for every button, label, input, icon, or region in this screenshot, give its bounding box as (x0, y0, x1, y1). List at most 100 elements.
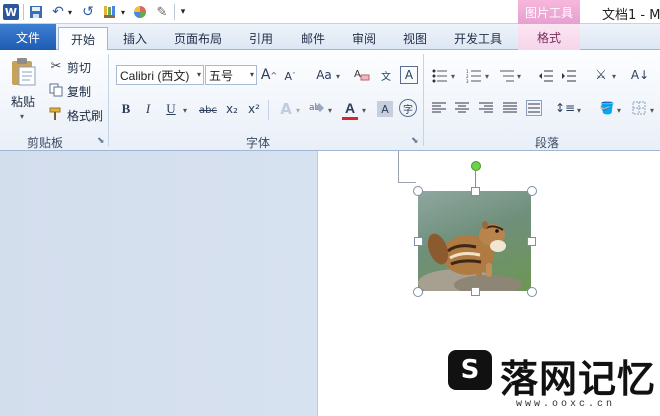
group-divider (268, 100, 269, 120)
format-painter-button[interactable]: 格式刷 (67, 107, 103, 124)
draw-table-icon[interactable]: ✎ (153, 3, 171, 21)
format-painter-icon[interactable] (48, 106, 64, 122)
resize-handle-left[interactable] (414, 237, 423, 246)
borders-icon[interactable] (631, 100, 647, 116)
change-case-icon[interactable]: Aa (313, 67, 335, 83)
borders-dropdown-icon[interactable]: ▾ (650, 106, 654, 115)
word-app-icon[interactable]: W (3, 4, 19, 20)
cut-button[interactable]: 剪切 (67, 59, 91, 76)
subscript-icon[interactable]: x₂ (224, 101, 240, 117)
font-name-value: Calibri (西文) (120, 68, 190, 83)
tab-view[interactable]: 视图 (394, 27, 436, 50)
resize-handle-top[interactable] (471, 187, 480, 196)
tab-home[interactable]: 开始 (58, 27, 108, 51)
align-left-icon[interactable] (432, 101, 446, 115)
align-right-icon[interactable] (479, 101, 493, 115)
group-divider (108, 54, 109, 146)
undo-dropdown-icon[interactable]: ▾ (66, 3, 74, 21)
resize-handle-bottom-left[interactable] (413, 287, 423, 297)
decrease-indent-icon[interactable] (538, 68, 554, 84)
color-wheel-icon[interactable] (131, 3, 149, 21)
font-size-combobox[interactable]: 五号 ▾ (205, 65, 257, 85)
font-color-dropdown-icon[interactable]: ▾ (362, 106, 366, 115)
tab-format[interactable]: 格式 (518, 24, 580, 50)
phonetic-guide-icon[interactable]: 文 (377, 66, 395, 84)
picture-tools-banner: 图片工具 (518, 0, 580, 24)
chinese-layout-icon[interactable]: ⚔ (592, 66, 610, 84)
save-icon[interactable] (27, 3, 45, 21)
font-name-combobox[interactable]: Calibri (西文) ▾ (116, 65, 204, 85)
italic-icon[interactable]: I (141, 101, 155, 117)
justify-icon[interactable] (503, 101, 517, 115)
multilevel-dropdown-icon[interactable]: ▾ (517, 72, 521, 81)
font-color-icon[interactable]: A (342, 98, 358, 118)
underline-dropdown-icon[interactable]: ▾ (183, 106, 187, 115)
ribbon: 粘贴 ▾ ✂ 剪切 复制 格式刷 剪贴板 ⬊ Calibri (西文) ▾ 五号… (0, 50, 660, 151)
format-painter-quick-icon[interactable] (100, 3, 120, 21)
customize-toolbar-icon[interactable]: ▾ (177, 3, 189, 21)
watermark-text: 落网记忆 (500, 357, 657, 401)
line-spacing-dropdown-icon[interactable]: ▾ (577, 106, 581, 115)
paste-dropdown-icon[interactable]: ▾ (20, 112, 24, 121)
align-center-icon[interactable] (455, 101, 469, 115)
copy-icon[interactable] (48, 82, 64, 98)
resize-handle-top-right[interactable] (527, 186, 537, 196)
tab-mailings[interactable]: 邮件 (292, 27, 334, 50)
bold-icon[interactable]: B (119, 101, 133, 117)
tab-file[interactable]: 文件 (0, 24, 56, 50)
clipboard-launcher-icon[interactable]: ⬊ (97, 136, 105, 146)
character-shading-icon[interactable]: A (377, 101, 393, 117)
chinese-layout-dropdown-icon[interactable]: ▾ (612, 72, 616, 81)
resize-handle-top-left[interactable] (413, 186, 423, 196)
enclose-characters-icon[interactable]: 字 (399, 99, 417, 117)
paste-button[interactable]: 粘贴 (11, 93, 35, 110)
quick-dropdown-icon[interactable]: ▾ (119, 3, 127, 21)
toolbar-divider (23, 4, 24, 20)
multilevel-list-icon[interactable] (499, 68, 515, 84)
clear-formatting-icon[interactable]: A (353, 66, 371, 84)
scissors-icon[interactable]: ✂ (48, 58, 64, 74)
tab-developer[interactable]: 开发工具 (446, 27, 510, 50)
grow-font-icon[interactable]: A ^ (261, 66, 277, 84)
rotate-handle[interactable] (471, 161, 481, 171)
font-size-dropdown-icon[interactable]: ▾ (250, 70, 254, 79)
tab-review[interactable]: 审阅 (343, 27, 385, 50)
sort-icon[interactable]: A↓ (631, 66, 649, 84)
distributed-icon[interactable] (526, 100, 542, 116)
strikethrough-icon[interactable]: abc (197, 102, 219, 118)
text-effects-dropdown-icon[interactable]: ▾ (296, 106, 300, 115)
resize-handle-right[interactable] (527, 237, 536, 246)
tab-insert[interactable]: 插入 (114, 27, 156, 50)
increase-indent-icon[interactable] (561, 68, 577, 84)
resize-handle-bottom-right[interactable] (527, 287, 537, 297)
redo-icon[interactable]: ↺ (79, 3, 97, 21)
shrink-font-icon[interactable]: Aˇ (283, 68, 297, 84)
font-name-dropdown-icon[interactable]: ▾ (197, 70, 201, 79)
numbering-dropdown-icon[interactable]: ▾ (485, 72, 489, 81)
underline-icon[interactable]: U (164, 101, 178, 117)
paste-icon[interactable] (8, 56, 40, 88)
numbering-icon[interactable]: 123 (466, 68, 482, 84)
line-spacing-icon[interactable]: ↕≡ (555, 100, 575, 116)
tab-references[interactable]: 引用 (240, 27, 282, 50)
tab-page-layout[interactable]: 页面布局 (166, 27, 230, 50)
font-launcher-icon[interactable]: ⬊ (411, 136, 419, 146)
chipmunk-picture[interactable] (418, 191, 531, 291)
shading-dropdown-icon[interactable]: ▾ (617, 106, 621, 115)
change-case-dropdown-icon[interactable]: ▾ (336, 72, 340, 81)
clipboard-group-label: 剪贴板 (27, 136, 64, 150)
highlight-dropdown-icon[interactable]: ▾ (328, 106, 332, 115)
superscript-icon[interactable]: x² (246, 101, 262, 117)
undo-icon[interactable]: ↶ (49, 3, 67, 21)
watermark-logo: S (448, 350, 492, 390)
site-watermark: S 落网记忆 www.ooxc.cn (438, 344, 660, 416)
bullets-icon[interactable] (432, 68, 448, 84)
text-effects-icon[interactable]: A (277, 100, 295, 118)
bullets-dropdown-icon[interactable]: ▾ (451, 72, 455, 81)
resize-handle-bottom[interactable] (471, 287, 480, 296)
character-border-icon[interactable]: A (400, 66, 418, 84)
font-size-value: 五号 (209, 68, 234, 83)
copy-button[interactable]: 复制 (67, 83, 91, 100)
highlight-icon[interactable]: ab (307, 100, 327, 118)
shading-icon[interactable]: 🪣 (599, 100, 615, 116)
